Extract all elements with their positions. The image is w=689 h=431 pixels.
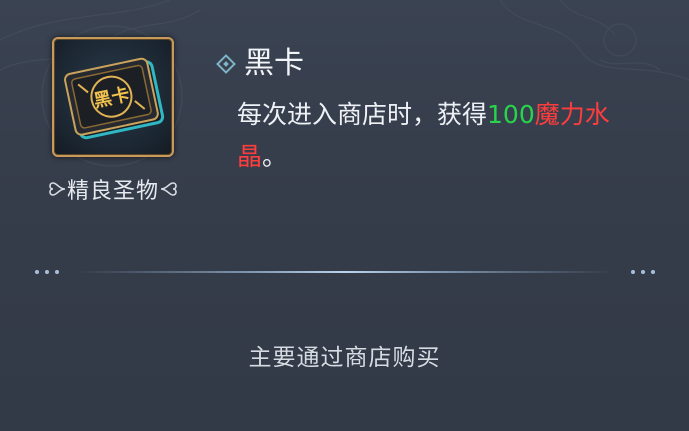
item-description: 每次进入商店时，获得100魔力水晶。 (237, 94, 657, 178)
section-divider (35, 270, 655, 274)
flourish-left-icon (49, 182, 66, 196)
description-end: 。 (262, 142, 288, 171)
item-name: 黑卡 (244, 46, 304, 81)
item-title-row: 黑卡 (216, 44, 304, 84)
flourish-right-icon (160, 182, 177, 196)
crystal-amount: 100 (487, 100, 535, 129)
black-card-icon: 黑卡 (64, 57, 165, 140)
quality-label: 精良圣物 (40, 174, 186, 204)
item-icon-frame: 黑卡 (52, 37, 174, 157)
dots-icon (35, 270, 59, 274)
diamond-bullet-icon (216, 54, 236, 74)
item-source: 主要通过商店购买 (248, 345, 441, 371)
quality-text: 精良圣物 (66, 179, 159, 204)
description-text: 每次进入商店时，获得 (237, 100, 488, 129)
